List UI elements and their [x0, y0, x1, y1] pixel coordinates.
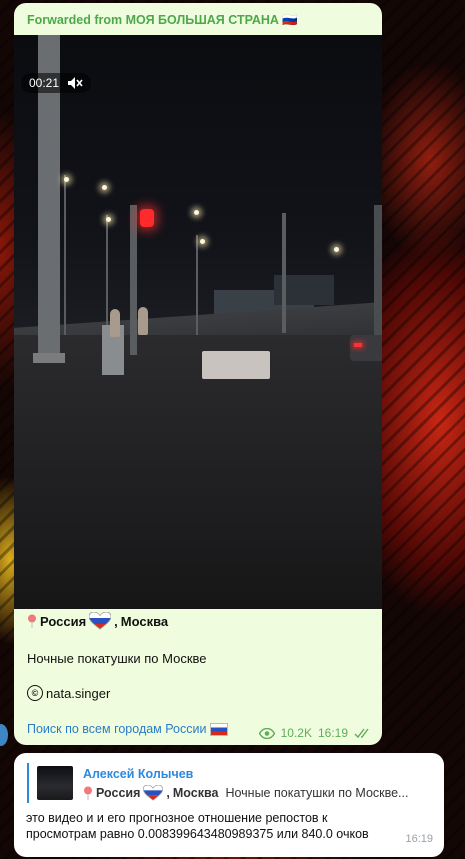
location-line: Россия , Москва — [27, 612, 168, 630]
views-count: 10.2K — [280, 726, 312, 740]
russia-heart-icon — [143, 785, 164, 801]
eye-icon — [258, 727, 275, 739]
reply-author: Алексей Колычев — [83, 767, 194, 781]
search-all-cities-link[interactable]: Поиск по всем городам России — [27, 722, 229, 736]
location-pin-icon — [84, 786, 92, 800]
muted-speaker-icon[interactable] — [67, 76, 83, 90]
video-duration-badge[interactable]: 00:21 — [21, 73, 92, 93]
reply-preview[interactable]: Алексей Колычев Россия , Москва Ночные п… — [27, 763, 447, 803]
post-credit: © nata.singer — [27, 685, 110, 701]
reply-video-thumbnail — [37, 766, 73, 800]
reply-message-bubble[interactable]: Алексей Колычев Россия , Москва Ночные п… — [14, 753, 444, 857]
location-pin-icon — [28, 614, 36, 628]
forwarded-header[interactable]: Forwarded from МОЯ БОЛЬШАЯ СТРАНА 🇷🇺 — [27, 13, 298, 28]
message-meta: 10.2K 16:19 — [258, 726, 372, 740]
russia-flag-icon — [210, 722, 229, 736]
message-time: 16:19 — [317, 726, 348, 740]
post-description: Ночные покатушки по Москве — [27, 651, 207, 666]
forwarded-message-bubble[interactable]: Forwarded from МОЯ БОЛЬШАЯ СТРАНА 🇷🇺 00:… — [14, 3, 382, 745]
message-text: это видео и и его прогнозное отношение р… — [26, 811, 369, 841]
double-check-icon — [354, 728, 369, 738]
video-player[interactable]: 00:21 — [14, 35, 382, 609]
russia-flag-icon: 🇷🇺 — [282, 13, 298, 27]
russia-heart-icon — [89, 612, 112, 630]
copyright-icon: © — [27, 685, 43, 701]
message-time: 16:19 — [405, 833, 433, 845]
reply-snippet: Россия , Москва Ночные покатушки по Моск… — [83, 785, 408, 801]
